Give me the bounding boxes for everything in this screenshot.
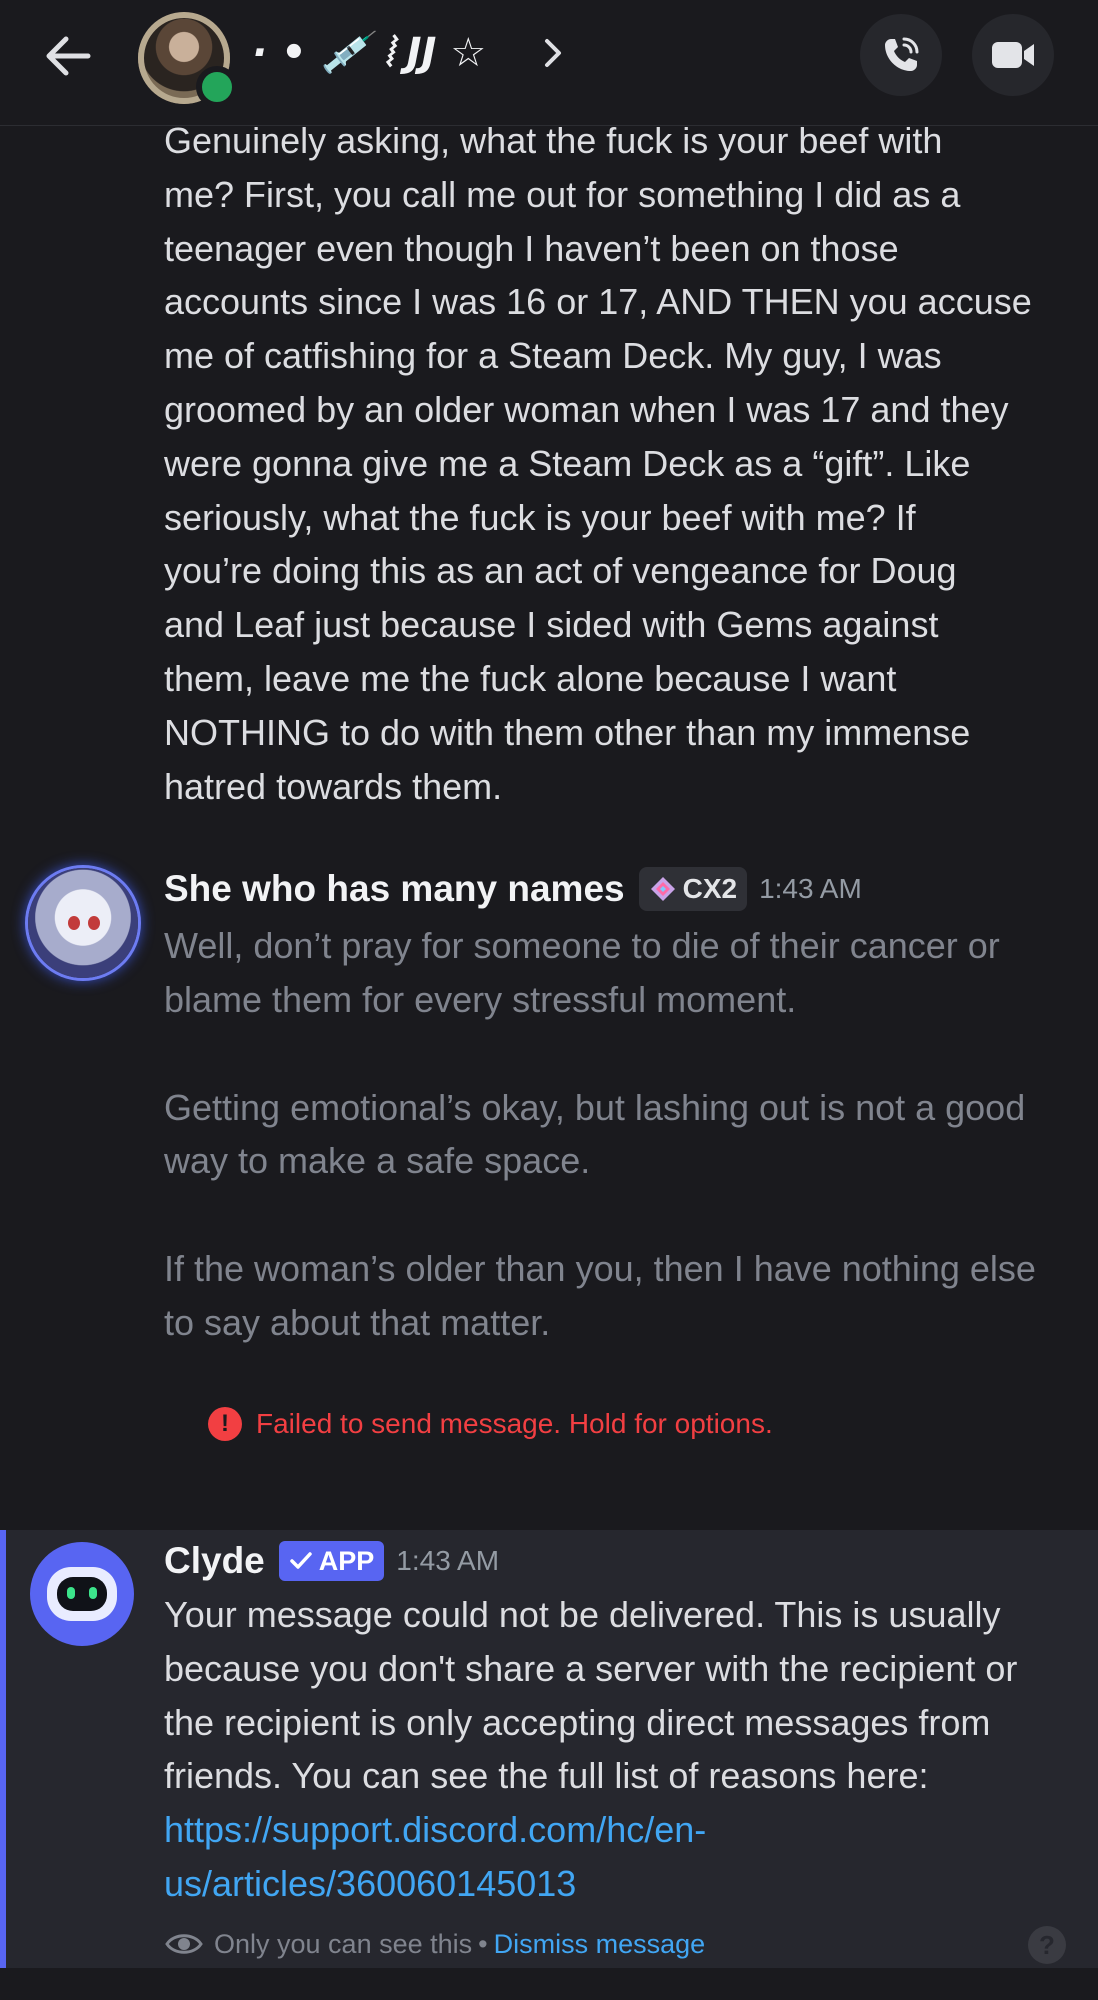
online-status-indicator bbox=[196, 66, 238, 108]
dismiss-message-link[interactable]: Dismiss message bbox=[494, 1929, 706, 1960]
message-timestamp: 1:43 AM bbox=[759, 873, 862, 904]
help-icon[interactable]: ? bbox=[1028, 1926, 1066, 1964]
failed-to-send-text: Failed to send message. Hold for options… bbox=[256, 1408, 773, 1439]
clyde-message-header: Clyde APP 1:43 AM bbox=[164, 1534, 499, 1588]
ephemeral-accent-bar bbox=[0, 1530, 6, 1968]
guild-tag-label: CX2 bbox=[682, 873, 738, 904]
back-arrow-icon bbox=[46, 36, 91, 76]
clyde-timestamp: 1:43 AM bbox=[396, 1545, 500, 1576]
message-paragraph: If the woman’s older than you, then I ha… bbox=[164, 1248, 1036, 1343]
eye-icon bbox=[165, 1934, 203, 1954]
clyde-name[interactable]: Clyde bbox=[164, 1540, 265, 1582]
video-camera-icon bbox=[992, 42, 1034, 68]
checkmark-icon bbox=[290, 1552, 312, 1569]
author-avatar[interactable] bbox=[28, 868, 138, 978]
phone-call-icon bbox=[885, 37, 919, 71]
recipient-name[interactable]: · • 💉 ⦚ JJ ☆ bbox=[252, 22, 486, 82]
guild-tag-icon bbox=[650, 877, 675, 901]
clyde-message-body[interactable]: Your message could not be delivered. Thi… bbox=[164, 1588, 1074, 1911]
author-name[interactable]: She who has many names bbox=[164, 868, 625, 910]
only-you-note: Only you can see this bbox=[214, 1928, 473, 1959]
failed-to-send-notice[interactable]: ! Failed to send message. Hold for optio… bbox=[208, 1404, 773, 1444]
app-badge: APP bbox=[278, 1541, 385, 1581]
message-body-failed[interactable]: Well, don’t pray for someone to die of t… bbox=[164, 919, 1074, 1404]
message-paragraph: Well, don’t pray for someone to die of t… bbox=[164, 925, 1000, 1020]
clyde-bot-icon bbox=[47, 1567, 117, 1621]
chevron-right-icon[interactable] bbox=[538, 34, 568, 72]
clyde-avatar[interactable] bbox=[30, 1542, 134, 1646]
video-call-button[interactable] bbox=[972, 14, 1054, 96]
dm-header: · • 💉 ⦚ JJ ☆ bbox=[0, 0, 1098, 126]
message-body[interactable]: Genuinely asking, what the fuck is your … bbox=[164, 114, 1074, 813]
clyde-message-text: Your message could not be delivered. Thi… bbox=[164, 1594, 1018, 1797]
separator-dot: • bbox=[478, 1928, 488, 1959]
alert-icon: ! bbox=[208, 1407, 242, 1441]
message-header: She who has many names CX2 1:43 AM bbox=[164, 862, 862, 916]
guild-tag-badge[interactable]: CX2 bbox=[638, 867, 748, 911]
support-link[interactable]: https://support.discord.com/hc/en-us/art… bbox=[164, 1809, 706, 1904]
voice-call-button[interactable] bbox=[860, 14, 942, 96]
back-button[interactable] bbox=[40, 28, 96, 84]
ephemeral-footer: Only you can see this • Dismiss message bbox=[164, 1924, 705, 1964]
message-paragraph: Getting emotional’s okay, but lashing ou… bbox=[164, 1086, 1026, 1182]
app-badge-label: APP bbox=[318, 1545, 375, 1576]
